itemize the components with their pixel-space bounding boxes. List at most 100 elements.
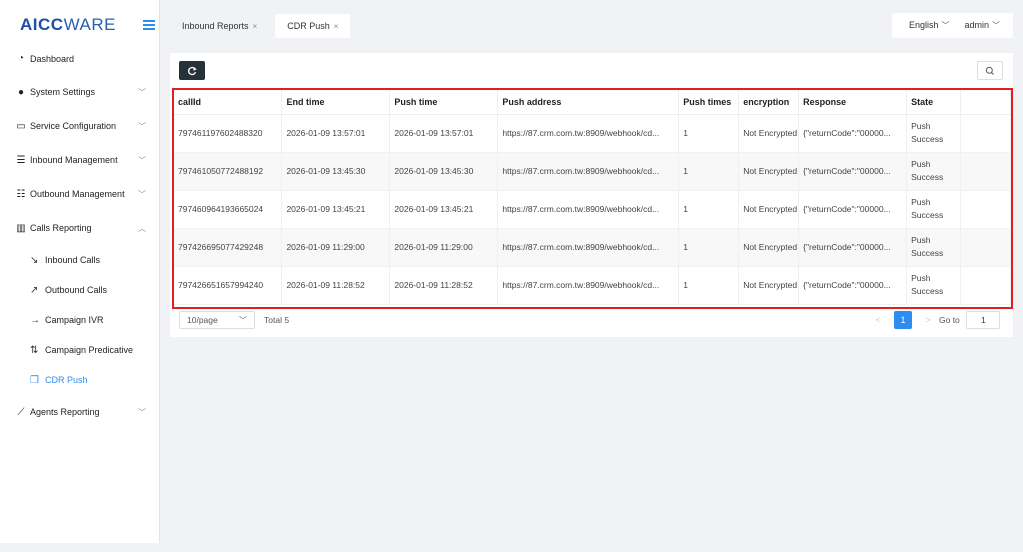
sidebar-item-label: Calls Reporting xyxy=(30,223,92,233)
cell-state: Push Success xyxy=(906,266,962,305)
sidebar-sub-item-cdr-push[interactable]: ❐ CDR Push xyxy=(0,365,159,395)
sub-item-label: Inbound Calls xyxy=(45,255,101,265)
table-row[interactable]: 797426651657994240 2026-01-09 11:28:52 2… xyxy=(174,266,1011,305)
cell-call-id: 797461197602488320 xyxy=(174,114,283,153)
sidebar-item-inbound-management[interactable]: ☰ Inbound Management ﹀ xyxy=(0,143,159,177)
chevron-down-icon: ﹀ xyxy=(992,21,1001,30)
cell-encryption: Not Encrypted xyxy=(738,152,800,191)
cell-push-time: 2026-01-09 13:45:21 xyxy=(389,190,499,229)
column-header[interactable]: End time xyxy=(281,90,391,115)
cell-push-time: 2026-01-09 13:57:01 xyxy=(389,114,499,153)
cell-call-id: 797460964193665024 xyxy=(174,190,283,229)
user-menu[interactable]: admin ﹀ xyxy=(965,20,1001,31)
column-header[interactable]: encryption xyxy=(738,90,800,115)
cell-push-times: 1 xyxy=(678,114,740,153)
copy-icon: ❐ xyxy=(30,374,39,386)
cell-state: Push Success xyxy=(906,114,962,153)
cell-push-times: 1 xyxy=(678,152,740,191)
page-size-value: 10/page xyxy=(187,315,218,325)
sidebar-item-label: System Settings xyxy=(30,87,96,97)
language-select[interactable]: English ﹀ xyxy=(909,20,950,31)
sidebar-sub-item-campaign-predicative[interactable]: ⇅ Campaign Predicative xyxy=(0,335,159,365)
tab-label: Inbound Reports xyxy=(182,21,249,31)
tab-inbound-reports[interactable]: Inbound Reports × xyxy=(170,14,270,38)
column-header[interactable]: Push times xyxy=(678,90,740,115)
cell-end-time: 2026-01-09 13:45:21 xyxy=(281,190,391,229)
cell-end-time: 2026-01-09 13:57:01 xyxy=(281,114,391,153)
close-icon[interactable]: × xyxy=(334,22,339,31)
line-chart-icon: ⟋ xyxy=(17,406,25,418)
column-header[interactable]: callId xyxy=(174,90,283,115)
sidebar-item-outbound-management[interactable]: ☷ Outbound Management ﹀ xyxy=(0,177,159,211)
cell-state: Push Success xyxy=(906,190,962,229)
arrows-updown-icon: ⇅ xyxy=(30,344,39,356)
page-size-select[interactable]: 10/page ﹀ xyxy=(179,311,255,329)
table-row[interactable]: 797426695077429248 2026-01-09 11:29:00 2… xyxy=(174,228,1011,267)
sidebar-item-label: Inbound Management xyxy=(30,155,118,165)
sidebar-item-dashboard[interactable]: ◔ Dashboard xyxy=(0,50,159,67)
cell-call-id: 797426651657994240 xyxy=(174,266,283,305)
cell-end-time: 2026-01-09 11:29:00 xyxy=(281,228,391,267)
close-icon[interactable]: × xyxy=(253,22,258,31)
cell-state: Push Success xyxy=(906,152,962,191)
sidebar-item-label: Outbound Management xyxy=(30,189,125,199)
sidebar-item-label: Agents Reporting xyxy=(30,407,100,417)
table-row[interactable]: 797461050772488192 2026-01-09 13:45:30 2… xyxy=(174,152,1011,191)
cell-empty xyxy=(960,266,1011,305)
table-row[interactable]: 797460964193665024 2026-01-09 13:45:21 2… xyxy=(174,190,1011,229)
cell-push-address: https://87.crm.com.tw:8909/webhook/cd... xyxy=(497,114,680,153)
cell-push-time: 2026-01-09 11:28:52 xyxy=(389,266,499,305)
cell-encryption: Not Encrypted xyxy=(738,114,800,153)
column-header[interactable]: Push time xyxy=(389,90,499,115)
tab-cdr-push[interactable]: CDR Push × xyxy=(275,14,351,38)
sidebar-item-agents-reporting[interactable]: ⟋ Agents Reporting ﹀ xyxy=(0,395,159,429)
cell-empty xyxy=(960,190,1011,229)
chevron-down-icon: ﹀ xyxy=(138,156,146,165)
dashboard-icon: ◔ xyxy=(17,53,25,64)
total-count: Total 5 xyxy=(264,315,290,325)
sidebar-sub-item-campaign-ivr[interactable]: → Campaign IVR xyxy=(0,305,159,335)
cell-end-time: 2026-01-09 13:45:30 xyxy=(281,152,391,191)
prev-page-button[interactable]: < xyxy=(869,311,887,329)
sub-item-label: CDR Push xyxy=(45,375,88,385)
sidebar-item-service-configuration[interactable]: ▭ Service Configuration ﹀ xyxy=(0,109,159,143)
grid-list-icon: ☷ xyxy=(16,188,26,200)
tab-bar: Inbound Reports × CDR Push × xyxy=(170,14,351,38)
sidebar-item-system-settings[interactable]: ● System Settings ﹀ xyxy=(0,75,159,109)
chevron-down-icon: ﹀ xyxy=(138,190,146,199)
search-button[interactable] xyxy=(977,61,1003,80)
list-icon: ☰ xyxy=(16,154,26,166)
cell-response: {"returnCode":"00000... xyxy=(798,114,908,153)
sidebar-item-label: Dashboard xyxy=(30,53,75,64)
refresh-button[interactable] xyxy=(179,61,205,80)
bar-chart-icon: ▥ xyxy=(16,222,26,234)
cell-push-times: 1 xyxy=(678,228,740,267)
cell-encryption: Not Encrypted xyxy=(738,190,800,229)
goto-page-input[interactable]: 1 xyxy=(966,311,1000,329)
main-panel: callId End time Push time Push address P… xyxy=(170,53,1013,337)
sidebar-sub-item-outbound-calls[interactable]: ↗ Outbound Calls xyxy=(0,275,159,305)
column-header[interactable]: Response xyxy=(798,90,908,115)
cell-push-address: https://87.crm.com.tw:8909/webhook/cd... xyxy=(497,266,680,305)
sub-item-label: Campaign Predicative xyxy=(45,345,134,355)
chevron-down-icon: ﹀ xyxy=(941,21,950,30)
chevron-up-icon: ︿ xyxy=(138,224,146,233)
menu-toggle-icon[interactable] xyxy=(143,20,155,30)
sidebar-item-calls-reporting[interactable]: ▥ Calls Reporting ︿ xyxy=(0,211,159,245)
cell-empty xyxy=(960,228,1011,267)
cell-push-address: https://87.crm.com.tw:8909/webhook/cd... xyxy=(497,190,680,229)
column-header[interactable]: State xyxy=(906,90,962,115)
page-1-button[interactable]: 1 xyxy=(894,311,912,329)
header-right: English ﹀ admin ﹀ xyxy=(892,13,1013,38)
column-header[interactable]: Push address xyxy=(497,90,680,115)
sub-item-label: Outbound Calls xyxy=(45,285,108,295)
cdr-push-table-container: callId End time Push time Push address P… xyxy=(172,88,1013,309)
id-card-icon: ▭ xyxy=(16,120,26,132)
cell-response: {"returnCode":"00000... xyxy=(798,190,908,229)
sidebar-sub-item-inbound-calls[interactable]: ↘ Inbound Calls xyxy=(0,245,159,275)
next-page-button[interactable]: > xyxy=(919,311,937,329)
sidebar-item-label: Service Configuration xyxy=(30,121,117,131)
table-row[interactable]: 797461197602488320 2026-01-09 13:57:01 2… xyxy=(174,114,1011,153)
cell-push-address: https://87.crm.com.tw:8909/webhook/cd... xyxy=(497,228,680,267)
refresh-icon xyxy=(188,66,197,75)
